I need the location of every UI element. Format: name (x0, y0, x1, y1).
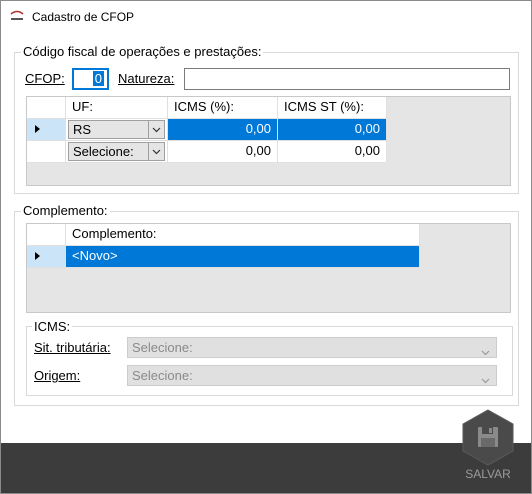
row-indicator-1[interactable] (27, 119, 66, 141)
window-title: Cadastro de CFOP (32, 10, 135, 24)
footer-bar (1, 443, 531, 493)
cfop-input[interactable]: 0 (72, 68, 109, 90)
complemento-grid-corner (27, 224, 66, 246)
uf-select-2[interactable]: Selecione: (68, 142, 165, 161)
chevron-down-icon[interactable] (148, 143, 164, 160)
sit-tributaria-select[interactable]: Selecione: (127, 337, 497, 358)
complemento-row-indicator[interactable] (27, 246, 66, 268)
current-row-arrow-icon (35, 252, 40, 260)
table-row-1-uf[interactable]: RS (66, 119, 168, 141)
complemento-row-1[interactable]: <Novo> (66, 246, 420, 268)
cfop-value: 0 (92, 71, 104, 86)
table-row-2-uf[interactable]: Selecione: (66, 141, 168, 163)
title-bar: Cadastro de CFOP (1, 1, 531, 33)
sit-tributaria-label: Sit. tributária: (34, 340, 111, 355)
table-row-1-icms[interactable]: 0,00 (168, 119, 278, 141)
table-row-1-icms-st[interactable]: 0,00 (278, 119, 387, 141)
row-indicator-2[interactable] (27, 141, 66, 163)
sit-tributaria-value: Selecione: (132, 340, 193, 355)
save-button[interactable]: SALVAR (458, 408, 518, 490)
column-header-icms[interactable]: ICMS (%): (168, 97, 278, 119)
uf-select-1[interactable]: RS (68, 120, 165, 139)
save-label: SALVAR (465, 467, 511, 481)
chevron-down-icon[interactable] (148, 121, 164, 138)
origem-label: Origem: (34, 368, 81, 383)
natureza-label: Natureza: (118, 71, 175, 86)
chevron-down-icon (481, 372, 490, 387)
uf-select-1-value: RS (73, 122, 92, 137)
grid-corner (27, 97, 66, 119)
uf-select-2-value: Selecione: (73, 144, 134, 159)
chevron-down-icon (481, 344, 490, 359)
floppy-disk-icon (462, 409, 514, 466)
cfop-label: CFOP: (25, 71, 65, 86)
table-row-2-icms[interactable]: 0,00 (168, 141, 278, 163)
complemento-group-legend: Complemento: (21, 203, 110, 218)
origem-select[interactable]: Selecione: (127, 365, 497, 386)
icms-group-legend: ICMS: (32, 319, 73, 334)
fiscal-group-legend: Código fiscal de operações e prestações: (21, 44, 264, 59)
pet-shop-logo-icon (8, 9, 26, 25)
origem-value: Selecione: (132, 368, 193, 383)
natureza-input[interactable] (184, 68, 510, 90)
current-row-arrow-icon (35, 125, 40, 133)
cfop-window: Cadastro de CFOP Código fiscal de operaç… (0, 0, 532, 494)
column-header-complemento[interactable]: Complemento: (66, 224, 420, 246)
column-header-icms-st[interactable]: ICMS ST (%): (278, 97, 387, 119)
column-header-uf[interactable]: UF: (66, 97, 168, 119)
table-row-2-icms-st[interactable]: 0,00 (278, 141, 387, 163)
